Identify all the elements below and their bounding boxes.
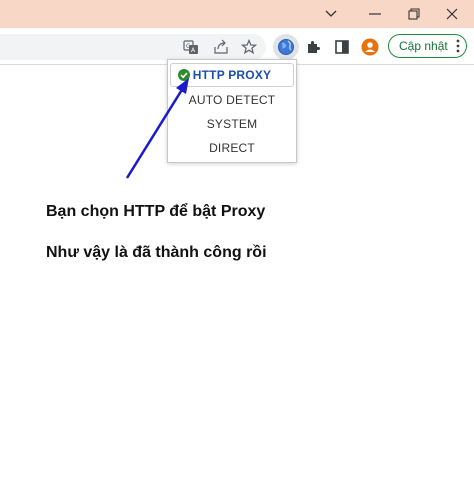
browser-window: G A Cập nhật HTTP PROXY AUTO DETECT SYST… bbox=[0, 0, 474, 495]
instruction-line-1: Bạn chọn HTTP để bật Proxy bbox=[46, 203, 266, 220]
instruction-line-2: Như vậy là đã thành công rồi bbox=[46, 244, 267, 261]
